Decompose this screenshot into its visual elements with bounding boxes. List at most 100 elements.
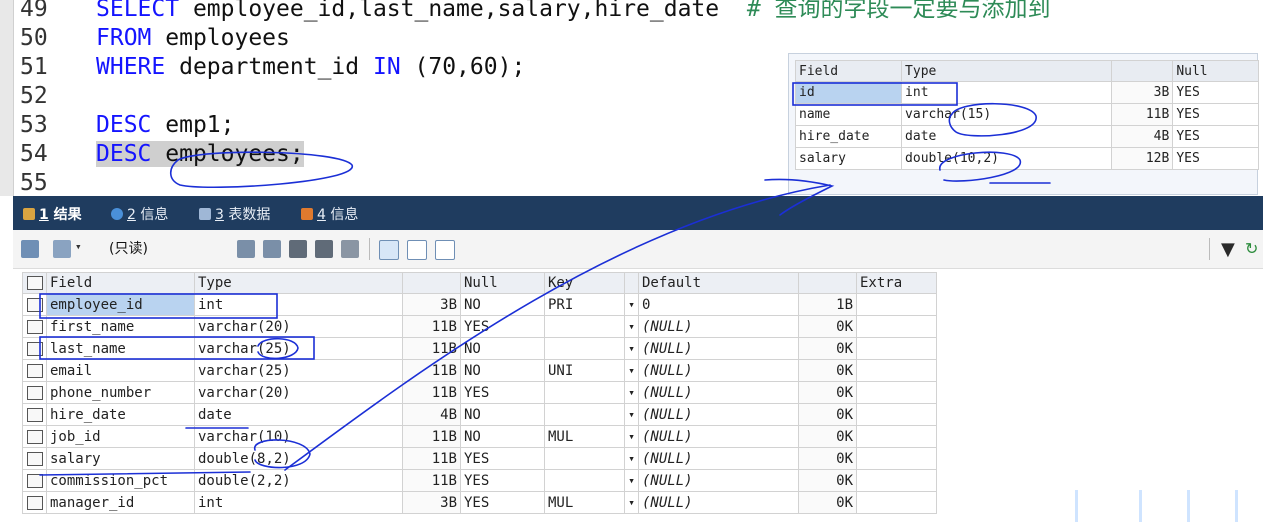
table-row[interactable]: last_name varchar(25) 11B NO ▾ (NULL) 0K	[22, 337, 937, 360]
table-row[interactable]: first_name varchar(20) 11B YES ▾ (NULL) 0K	[22, 315, 937, 338]
filter-icon[interactable]: ▼	[1221, 239, 1235, 260]
extra-cell[interactable]	[856, 315, 937, 338]
type-cell[interactable]: date	[901, 125, 1113, 148]
key-cell[interactable]: PRI	[544, 293, 625, 316]
copy-row-icon[interactable]	[237, 240, 255, 258]
key-cell[interactable]: UNI	[544, 359, 625, 382]
type-cell[interactable]: date	[194, 403, 403, 426]
chevron-down-icon[interactable]: ▾	[628, 474, 635, 487]
extra-cell[interactable]	[856, 469, 937, 492]
save-icon[interactable]	[289, 240, 307, 258]
default-cell[interactable]: (NULL)	[638, 469, 799, 492]
tab-table-data[interactable]: 3 表数据	[199, 204, 270, 224]
default-cell[interactable]: (NULL)	[638, 359, 799, 382]
row-checkbox[interactable]	[22, 315, 47, 338]
default-size-cell[interactable]: 0K	[798, 491, 857, 514]
chevron-down-icon[interactable]: ▾	[628, 408, 635, 421]
type-size-cell[interactable]: 3B	[402, 491, 461, 514]
type-cell[interactable]: double(10,2)	[901, 147, 1113, 170]
row-checkbox[interactable]	[22, 425, 47, 448]
key-cell[interactable]	[544, 337, 625, 360]
default-cell[interactable]: (NULL)	[638, 491, 799, 514]
size-cell[interactable]: 12B	[1111, 147, 1174, 170]
key-dropdown[interactable]: ▾	[624, 315, 639, 338]
type-size-cell[interactable]: 11B	[402, 425, 461, 448]
small-col-size[interactable]	[1111, 60, 1174, 82]
type-cell[interactable]: int	[194, 293, 403, 316]
type-cell[interactable]: varchar(15)	[901, 103, 1113, 126]
field-cell[interactable]: salary	[46, 447, 195, 470]
extra-cell[interactable]	[856, 447, 937, 470]
null-cell[interactable]: YES	[460, 447, 545, 470]
chevron-down-icon[interactable]: ▾	[628, 496, 635, 509]
key-dropdown[interactable]: ▾	[624, 293, 639, 316]
type-cell[interactable]: varchar(25)	[194, 359, 403, 382]
code-line[interactable]: 51 WHERE department_id IN (70,60);	[20, 53, 525, 81]
key-cell[interactable]	[544, 381, 625, 404]
chevron-down-icon[interactable]: ▾	[628, 386, 635, 399]
default-size-cell[interactable]: 0K	[798, 381, 857, 404]
small-col-field[interactable]: Field	[794, 60, 903, 82]
null-cell[interactable]: NO	[460, 293, 545, 316]
key-cell[interactable]	[544, 315, 625, 338]
paste-row-icon[interactable]	[263, 240, 281, 258]
col-type[interactable]: Type	[194, 272, 403, 294]
type-size-cell[interactable]: 11B	[402, 359, 461, 382]
field-cell[interactable]: salary	[794, 147, 903, 170]
cancel-icon[interactable]	[341, 240, 359, 258]
type-cell[interactable]: int	[194, 491, 403, 514]
col-null[interactable]: Null	[460, 272, 545, 294]
null-cell[interactable]: NO	[460, 359, 545, 382]
type-size-cell[interactable]: 3B	[402, 293, 461, 316]
col-key[interactable]: Key	[544, 272, 625, 294]
default-size-cell[interactable]: 0K	[798, 447, 857, 470]
null-cell[interactable]: NO	[460, 403, 545, 426]
key-dropdown[interactable]: ▾	[624, 469, 639, 492]
code-line[interactable]: 50 FROM employees	[20, 24, 290, 52]
null-cell[interactable]: YES	[460, 469, 545, 492]
chevron-down-icon[interactable]: ▾	[628, 342, 635, 355]
key-dropdown[interactable]: ▾	[624, 447, 639, 470]
chevron-down-icon[interactable]: ▾	[628, 320, 635, 333]
field-cell[interactable]: hire_date	[46, 403, 195, 426]
row-checkbox[interactable]	[22, 337, 47, 360]
key-dropdown[interactable]: ▾	[624, 403, 639, 426]
col-type-size[interactable]	[402, 272, 461, 294]
row-checkbox[interactable]	[22, 447, 47, 470]
type-size-cell[interactable]: 11B	[402, 315, 461, 338]
type-size-cell[interactable]: 11B	[402, 447, 461, 470]
extra-cell[interactable]	[856, 293, 937, 316]
key-cell[interactable]: MUL	[544, 491, 625, 514]
type-cell[interactable]: double(8,2)	[194, 447, 403, 470]
chevron-down-icon[interactable]: ▾	[628, 430, 635, 443]
type-cell[interactable]: varchar(20)	[194, 381, 403, 404]
null-cell[interactable]: YES	[1172, 103, 1259, 126]
table-row[interactable]: employee_id int 3B NO PRI ▾ 0 1B	[22, 293, 937, 316]
code-line[interactable]: 55	[20, 169, 96, 196]
delete-icon[interactable]	[315, 240, 333, 258]
table-row[interactable]: manager_id int 3B YES MUL ▾ (NULL) 0K	[22, 491, 937, 514]
null-cell[interactable]: YES	[1172, 81, 1259, 104]
row-checkbox[interactable]	[22, 469, 47, 492]
grid-export-icon[interactable]	[21, 240, 39, 258]
type-cell[interactable]: double(2,2)	[194, 469, 403, 492]
small-table-row[interactable]: salary double(10,2) 12B YES	[794, 147, 1259, 170]
extra-cell[interactable]	[856, 381, 937, 404]
default-cell[interactable]: (NULL)	[638, 315, 799, 338]
field-cell[interactable]: commission_pct	[46, 469, 195, 492]
chevron-down-icon[interactable]: ▾	[75, 240, 82, 253]
extra-cell[interactable]	[856, 425, 937, 448]
row-checkbox[interactable]	[22, 293, 47, 316]
field-cell[interactable]: hire_date	[794, 125, 903, 148]
null-cell[interactable]: YES	[1172, 125, 1259, 148]
default-size-cell[interactable]: 0K	[798, 337, 857, 360]
key-dropdown[interactable]: ▾	[624, 425, 639, 448]
default-size-cell[interactable]: 1B	[798, 293, 857, 316]
extra-cell[interactable]	[856, 403, 937, 426]
field-cell[interactable]: job_id	[46, 425, 195, 448]
field-cell[interactable]: email	[46, 359, 195, 382]
type-cell[interactable]: varchar(10)	[194, 425, 403, 448]
key-cell[interactable]	[544, 403, 625, 426]
default-size-cell[interactable]: 0K	[798, 469, 857, 492]
key-dropdown[interactable]: ▾	[624, 337, 639, 360]
